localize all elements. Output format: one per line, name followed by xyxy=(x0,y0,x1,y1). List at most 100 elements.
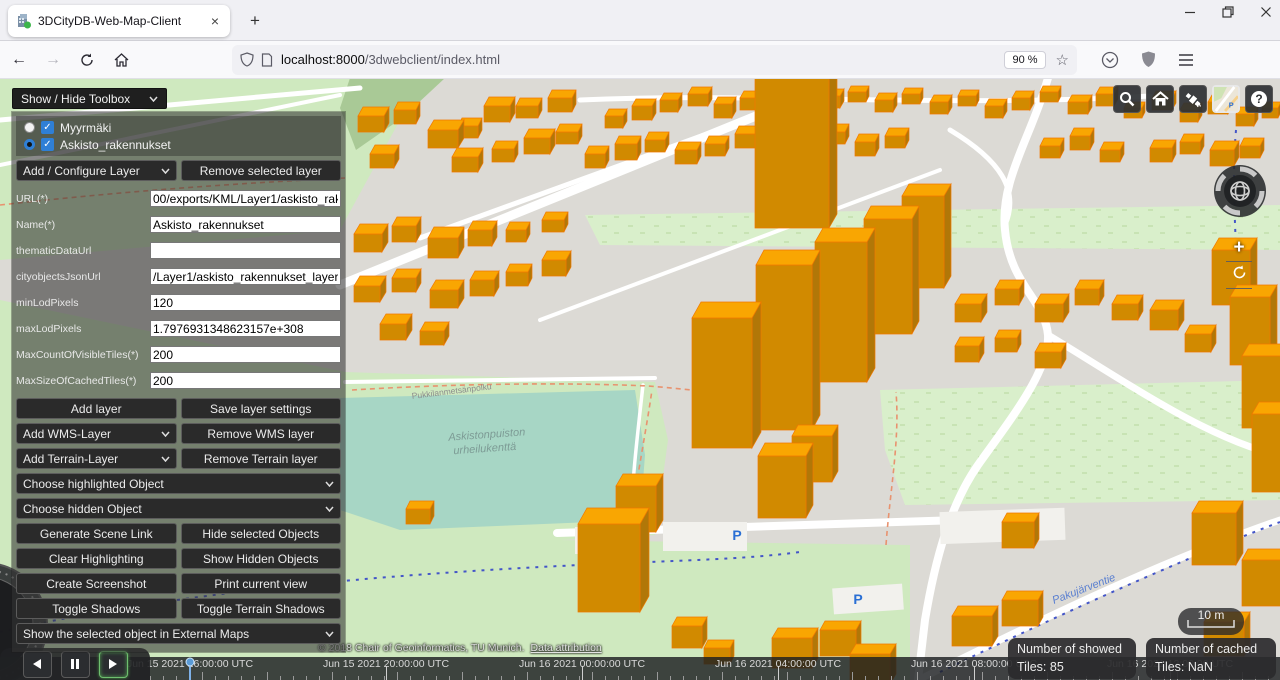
layer-visible-checkbox[interactable]: ✓ xyxy=(41,121,54,134)
building-3d[interactable] xyxy=(930,95,952,114)
building-3d[interactable] xyxy=(1075,280,1104,305)
new-tab-button[interactable]: + xyxy=(242,8,268,34)
building-3d[interactable] xyxy=(1070,128,1094,150)
building-3d[interactable] xyxy=(370,145,399,168)
add-terrain-layer-dropdown[interactable]: Add Terrain-Layer xyxy=(16,448,177,469)
building-3d[interactable] xyxy=(955,294,987,322)
building-3d[interactable] xyxy=(1012,91,1034,110)
building-3d[interactable] xyxy=(358,107,389,132)
building-3d[interactable] xyxy=(484,97,515,122)
building-3d[interactable] xyxy=(902,88,923,104)
play-reverse-button[interactable] xyxy=(23,651,52,678)
field-input-name[interactable] xyxy=(150,216,341,233)
compass-widget[interactable] xyxy=(1212,163,1268,219)
url-bar[interactable]: localhost:8000/3dwebclient/index.html 90… xyxy=(232,45,1077,75)
building-3d[interactable] xyxy=(672,617,707,648)
building-3d[interactable] xyxy=(755,78,837,228)
building-3d[interactable] xyxy=(615,136,641,160)
building-3d[interactable] xyxy=(645,132,669,152)
building-3d[interactable] xyxy=(548,90,576,112)
clear-highlighting-button[interactable]: Clear Highlighting xyxy=(16,548,177,569)
field-input-maxsizeofcachedtiles[interactable] xyxy=(150,372,341,389)
building-3d[interactable] xyxy=(506,222,530,242)
building-3d[interactable] xyxy=(578,508,649,612)
choose-highlighted-object-dropdown[interactable]: Choose highlighted Object xyxy=(16,473,341,494)
building-3d[interactable] xyxy=(1242,549,1280,606)
field-input-minlodpixels[interactable] xyxy=(150,294,341,311)
building-3d[interactable] xyxy=(354,224,388,252)
building-3d[interactable] xyxy=(354,276,386,302)
window-close-icon[interactable] xyxy=(1260,6,1272,18)
home-button[interactable] xyxy=(106,46,136,74)
building-3d[interactable] xyxy=(1112,295,1143,320)
building-3d[interactable] xyxy=(1068,95,1092,114)
building-3d[interactable] xyxy=(506,264,532,286)
navigation-help-button[interactable]: ? xyxy=(1245,85,1273,113)
building-3d[interactable] xyxy=(995,280,1024,305)
building-3d[interactable] xyxy=(1002,513,1039,548)
toggle-terrain-shadows-button[interactable]: Toggle Terrain Shadows xyxy=(181,598,342,619)
zoom-in-button[interactable]: + xyxy=(1226,238,1252,258)
adblock-shield-icon[interactable] xyxy=(1141,51,1156,68)
building-3d[interactable] xyxy=(714,97,736,118)
building-3d[interactable] xyxy=(452,148,483,172)
tracking-shield-icon[interactable] xyxy=(240,52,254,67)
save-layer-settings-button[interactable]: Save layer settings xyxy=(181,398,342,419)
home-view-button[interactable] xyxy=(1146,85,1174,113)
back-button[interactable]: ← xyxy=(4,46,34,74)
building-3d[interactable] xyxy=(875,93,897,112)
building-3d[interactable] xyxy=(952,606,998,646)
building-3d[interactable] xyxy=(705,136,729,156)
zoom-level-badge[interactable]: 90 % xyxy=(1004,51,1045,69)
building-3d[interactable] xyxy=(428,227,464,258)
play-forward-button[interactable] xyxy=(99,651,128,678)
toggle-shadows-button[interactable]: Toggle Shadows xyxy=(16,598,177,619)
field-input-maxcountofvisibletiles[interactable] xyxy=(150,346,341,363)
layer-active-radio[interactable] xyxy=(24,139,35,150)
tab-close-icon[interactable]: × xyxy=(208,13,222,29)
field-input-maxlodpixels[interactable] xyxy=(150,320,341,337)
base-layer-picker-button[interactable]: P xyxy=(1212,85,1240,113)
add-layer-button[interactable]: Add layer xyxy=(16,398,177,419)
remove-terrain-layer-button[interactable]: Remove Terrain layer xyxy=(181,448,342,469)
building-3d[interactable] xyxy=(815,228,875,382)
add-wms-layer-dropdown[interactable]: Add WMS-Layer xyxy=(16,423,177,444)
building-3d[interactable] xyxy=(885,128,909,148)
remove-wms-layer-button[interactable]: Remove WMS layer xyxy=(181,423,342,444)
show-hide-toolbox-button[interactable]: Show / Hide Toolbox xyxy=(12,88,167,109)
window-maximize-icon[interactable] xyxy=(1222,6,1234,18)
building-3d[interactable] xyxy=(542,212,568,232)
building-3d[interactable] xyxy=(692,302,761,448)
building-3d[interactable] xyxy=(516,98,542,118)
field-input-thematicdataurl[interactable] xyxy=(150,242,341,259)
building-3d[interactable] xyxy=(430,280,464,308)
print-current-view-button[interactable]: Print current view xyxy=(181,573,342,594)
remove-selected-layer-button[interactable]: Remove selected layer xyxy=(181,160,342,181)
building-3d[interactable] xyxy=(995,330,1021,352)
building-3d[interactable] xyxy=(1252,402,1280,492)
page-info-icon[interactable] xyxy=(261,53,273,67)
building-3d[interactable] xyxy=(470,271,499,296)
browser-tab[interactable]: 3DCityDB-Web-Map-Client × xyxy=(8,5,230,37)
generate-scene-link-button[interactable]: Generate Scene Link xyxy=(16,523,177,544)
cesium-3d-map-view[interactable]: AskistonpuistonurheilukenttäPukkilanmets… xyxy=(0,78,1280,680)
hide-selected-objects-button[interactable]: Hide selected Objects xyxy=(181,523,342,544)
building-3d[interactable] xyxy=(406,501,434,524)
layer-visible-checkbox[interactable]: ✓ xyxy=(41,138,54,151)
building-3d[interactable] xyxy=(492,141,518,162)
building-3d[interactable] xyxy=(585,146,609,168)
layer-active-radio[interactable] xyxy=(24,122,35,133)
bookmark-star-icon[interactable]: ☆ xyxy=(1056,51,1069,69)
building-3d[interactable] xyxy=(1240,138,1264,158)
pocket-icon[interactable] xyxy=(1101,51,1119,69)
building-3d[interactable] xyxy=(468,221,497,246)
building-3d[interactable] xyxy=(675,142,701,164)
window-minimize-icon[interactable] xyxy=(1184,6,1196,18)
geocoder-search-button[interactable] xyxy=(1113,85,1141,113)
building-3d[interactable] xyxy=(394,102,420,124)
menu-hamburger-icon[interactable] xyxy=(1178,53,1194,67)
create-screenshot-button[interactable]: Create Screenshot xyxy=(16,573,177,594)
scene-mode-button[interactable] xyxy=(1179,85,1207,113)
reset-view-button[interactable] xyxy=(1232,265,1247,280)
building-3d[interactable] xyxy=(1192,501,1243,565)
